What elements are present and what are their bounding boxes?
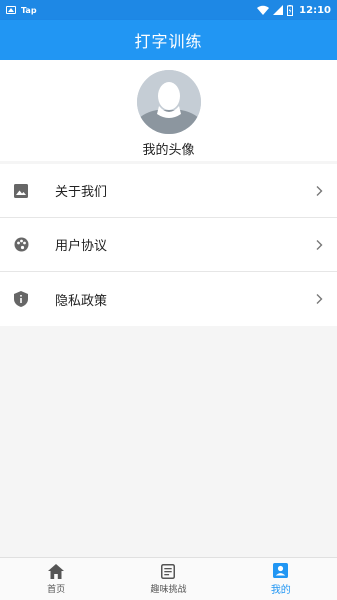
article-icon xyxy=(161,563,176,579)
home-icon xyxy=(48,563,65,579)
nav-item-challenge[interactable]: 趣味挑战 xyxy=(112,558,224,600)
palette-icon xyxy=(13,237,29,253)
menu-item-label: 用户协议 xyxy=(55,239,108,254)
chevron-right-icon xyxy=(316,185,323,196)
nav-item-home[interactable]: 首页 xyxy=(0,558,112,600)
nav-item-label: 首页 xyxy=(47,584,66,595)
signal-icon xyxy=(273,5,284,15)
menu-item-about[interactable]: 关于我们 xyxy=(0,164,337,218)
chevron-right-icon xyxy=(316,239,323,250)
menu-item-user-agreement[interactable]: 用户协议 xyxy=(0,218,337,272)
status-app-name: Tap xyxy=(21,5,37,15)
page-title: 打字训练 xyxy=(134,32,203,51)
image-icon xyxy=(13,183,29,199)
nav-item-label: 我的 xyxy=(270,584,291,596)
menu-item-privacy-policy[interactable]: 隐私政策 xyxy=(0,272,337,326)
image-notification-icon xyxy=(6,6,16,14)
profile-section: 我的头像 xyxy=(0,60,337,161)
bottom-nav: 首页 趣味挑战 我的 xyxy=(0,557,337,600)
menu-item-label: 隐私政策 xyxy=(55,293,108,309)
battery-icon xyxy=(287,4,294,16)
app-bar: 打字训练 xyxy=(0,20,337,60)
avatar[interactable] xyxy=(136,70,201,134)
menu-item-label: 关于我们 xyxy=(55,185,108,200)
status-bar: Tap 12:10 xyxy=(0,0,337,20)
settings-menu: 关于我们 用户协议 隐私政策 xyxy=(0,164,337,326)
chevron-right-icon xyxy=(316,294,323,304)
nav-item-label: 趣味挑战 xyxy=(150,584,187,595)
avatar-label: 我的头像 xyxy=(142,143,195,158)
nav-item-mine[interactable]: 我的 xyxy=(225,558,337,600)
account-box-icon xyxy=(273,562,289,578)
status-time: 12:10 xyxy=(299,4,331,16)
shield-info-icon xyxy=(13,291,29,307)
default-avatar-icon xyxy=(136,70,201,134)
wifi-icon xyxy=(257,5,270,15)
